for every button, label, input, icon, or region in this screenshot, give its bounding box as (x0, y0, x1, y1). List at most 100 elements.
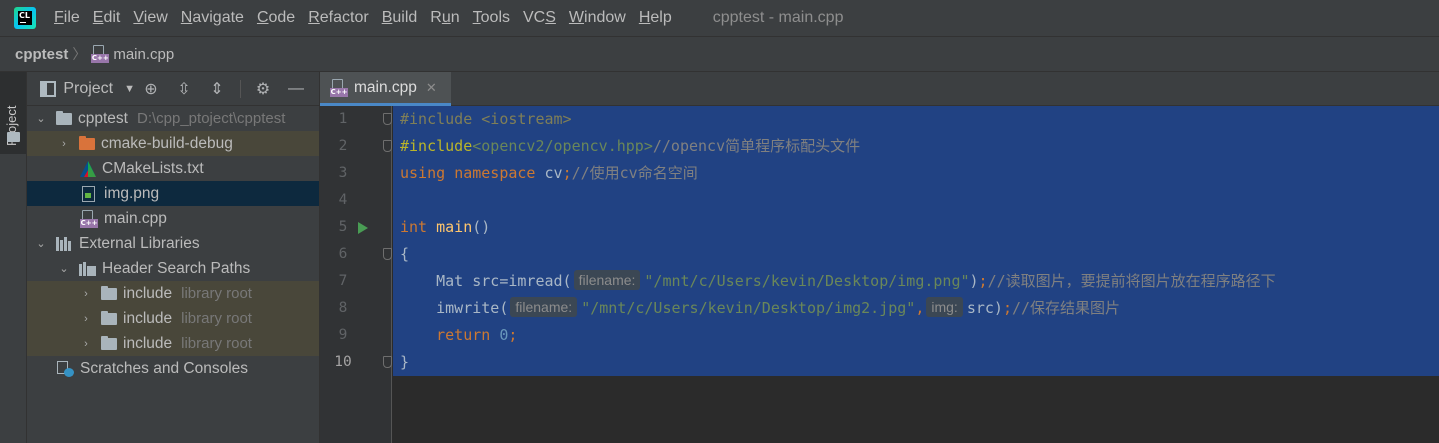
line-number: 8 (338, 300, 348, 316)
editor-gutter[interactable]: 1 2 3 4 5 6 7 8 9 10 (320, 106, 392, 443)
tree-item-img-png[interactable]: img.png (27, 181, 319, 206)
folder-icon (7, 132, 20, 142)
chevron-down-icon[interactable]: ⌄ (57, 262, 71, 275)
cmake-icon (80, 160, 96, 177)
line-number: 4 (338, 192, 348, 208)
menu-edit[interactable]: Edit (93, 9, 121, 27)
dropdown-caret-icon[interactable]: ▼ (124, 83, 135, 95)
tree-item-hint: library root (181, 285, 252, 302)
tree-item-include[interactable]: › include library root (27, 281, 319, 306)
code-area[interactable]: #include <iostream> #include<opencv2/ope… (393, 106, 1439, 443)
menu-build[interactable]: Build (382, 9, 418, 27)
menu-navigate[interactable]: Navigate (181, 9, 244, 27)
project-view-icon (40, 80, 57, 97)
code-line-8: imwrite(filename: "/mnt/c/Users/kevin/Des… (400, 297, 1121, 317)
code-line-9: return 0; (400, 326, 518, 344)
code-line-2: #include<opencv2/opencv.hpp>//opencv简单程序… (400, 137, 861, 155)
tree-item-label: include (123, 334, 173, 352)
cpp-file-icon: C++ (91, 45, 110, 63)
code-line-1: #include <iostream> (400, 110, 572, 128)
chevron-right-icon[interactable]: › (79, 288, 93, 300)
menu-view[interactable]: View (133, 9, 167, 27)
expand-all-icon[interactable]: ⇳ (174, 79, 194, 99)
tree-item-label: Scratches and Consoles (80, 359, 249, 377)
cpp-file-icon: C++ (330, 78, 348, 97)
parameter-hint: filename: (510, 297, 578, 317)
menu-refactor[interactable]: Refactor (308, 9, 368, 27)
folder-icon (101, 310, 117, 325)
code-line-3: using namespace cv;//使用cv命名空间 (400, 164, 698, 182)
hide-panel-icon[interactable]: — (286, 79, 306, 99)
code-line-7: Mat src=imread(filename: "/mnt/c/Users/ke… (400, 270, 1276, 290)
tree-item-label: include (123, 284, 173, 302)
project-tool-tab[interactable]: Project (0, 72, 26, 154)
line-number: 1 (338, 111, 348, 127)
tree-item-external-libraries[interactable]: ⌄ External Libraries (27, 231, 319, 256)
toolbar-divider (240, 79, 241, 98)
menu-vcs[interactable]: VCS (523, 9, 556, 27)
image-file-icon (82, 185, 95, 202)
menu-window[interactable]: Window (569, 9, 626, 27)
tree-item-label: include (123, 309, 173, 327)
breadcrumb-file[interactable]: main.cpp (113, 46, 174, 63)
chevron-right-icon[interactable]: › (79, 338, 93, 350)
fold-icon[interactable] (383, 113, 392, 125)
tree-item-path: D:\cpp_ptoject\cpptest (136, 110, 286, 127)
tab-label: main.cpp (354, 78, 417, 96)
tree-item-cmakelists[interactable]: CMakeLists.txt (27, 156, 319, 181)
editor: C++ main.cpp ✕ 1 2 3 4 5 6 7 8 9 10 #inc… (320, 72, 1439, 443)
line-number: 7 (338, 273, 348, 289)
collapse-all-icon[interactable]: ⇕ (207, 79, 227, 99)
tree-item-scratches[interactable]: Scratches and Consoles (27, 356, 319, 381)
parameter-hint: filename: (573, 270, 641, 290)
tree-item-label: Header Search Paths (102, 259, 251, 277)
close-icon[interactable]: ✕ (426, 80, 437, 96)
breadcrumb-project[interactable]: cpptest (15, 46, 68, 63)
menu-file[interactable]: File (54, 9, 80, 27)
menu-help[interactable]: Help (639, 9, 672, 27)
tree-item-include[interactable]: › include library root (27, 306, 319, 331)
parameter-hint: img: (926, 297, 963, 317)
line-number: 3 (338, 165, 348, 181)
folder-icon (101, 285, 117, 300)
tree-item-label: cmake-build-debug (101, 134, 233, 152)
tree-item-cmake-build-debug[interactable]: › cmake-build-debug (27, 131, 319, 156)
tab-main-cpp[interactable]: C++ main.cpp ✕ (320, 72, 451, 106)
window-title: cpptest - main.cpp (712, 9, 844, 26)
project-view-title[interactable]: Project (63, 80, 113, 98)
chevron-right-icon[interactable]: › (79, 313, 93, 325)
chevron-right-icon[interactable]: › (57, 138, 71, 150)
cpp-file-icon: C++ (80, 209, 98, 228)
folder-icon (56, 110, 72, 125)
project-panel: Project ▼ ⊕ ⇳ ⇕ ⚙ — ⌄ cpptest D:\cpp_pto… (27, 72, 320, 443)
tree-item-header-search-paths[interactable]: ⌄ Header Search Paths (27, 256, 319, 281)
run-icon[interactable] (358, 222, 368, 234)
tree-item-label: CMakeLists.txt (102, 159, 204, 177)
menu-code[interactable]: Code (257, 9, 295, 27)
tree-item-label: img.png (104, 184, 160, 202)
menu-run[interactable]: Run (430, 9, 459, 27)
library-icon (56, 236, 73, 251)
tree-item-include[interactable]: › include library root (27, 331, 319, 356)
gear-icon[interactable]: ⚙ (253, 79, 273, 99)
code-line-5: int main() (400, 218, 491, 236)
scratches-icon (57, 360, 74, 377)
tree-item-main-cpp[interactable]: C++ main.cpp (27, 206, 319, 231)
menu-tools[interactable]: Tools (473, 9, 510, 27)
chevron-down-icon[interactable]: ⌄ (34, 237, 48, 250)
locate-file-icon[interactable]: ⊕ (141, 79, 161, 99)
clion-logo-icon[interactable]: CL (14, 7, 36, 29)
chevron-down-icon[interactable]: ⌄ (34, 112, 48, 125)
tree-item-hint: library root (181, 310, 252, 327)
breadcrumb-separator-icon: 〉 (72, 46, 87, 62)
tree-item-label: main.cpp (104, 209, 167, 227)
fold-icon[interactable] (383, 356, 392, 368)
fold-icon[interactable] (383, 140, 392, 152)
line-number: 6 (338, 246, 348, 262)
fold-icon[interactable] (383, 248, 392, 260)
excluded-folder-icon (79, 135, 95, 150)
tree-item-label: cpptest (78, 109, 128, 127)
tree-item-cpptest[interactable]: ⌄ cpptest D:\cpp_ptoject\cpptest (27, 106, 319, 131)
line-number: 9 (338, 327, 348, 343)
line-number: 5 (338, 219, 348, 235)
